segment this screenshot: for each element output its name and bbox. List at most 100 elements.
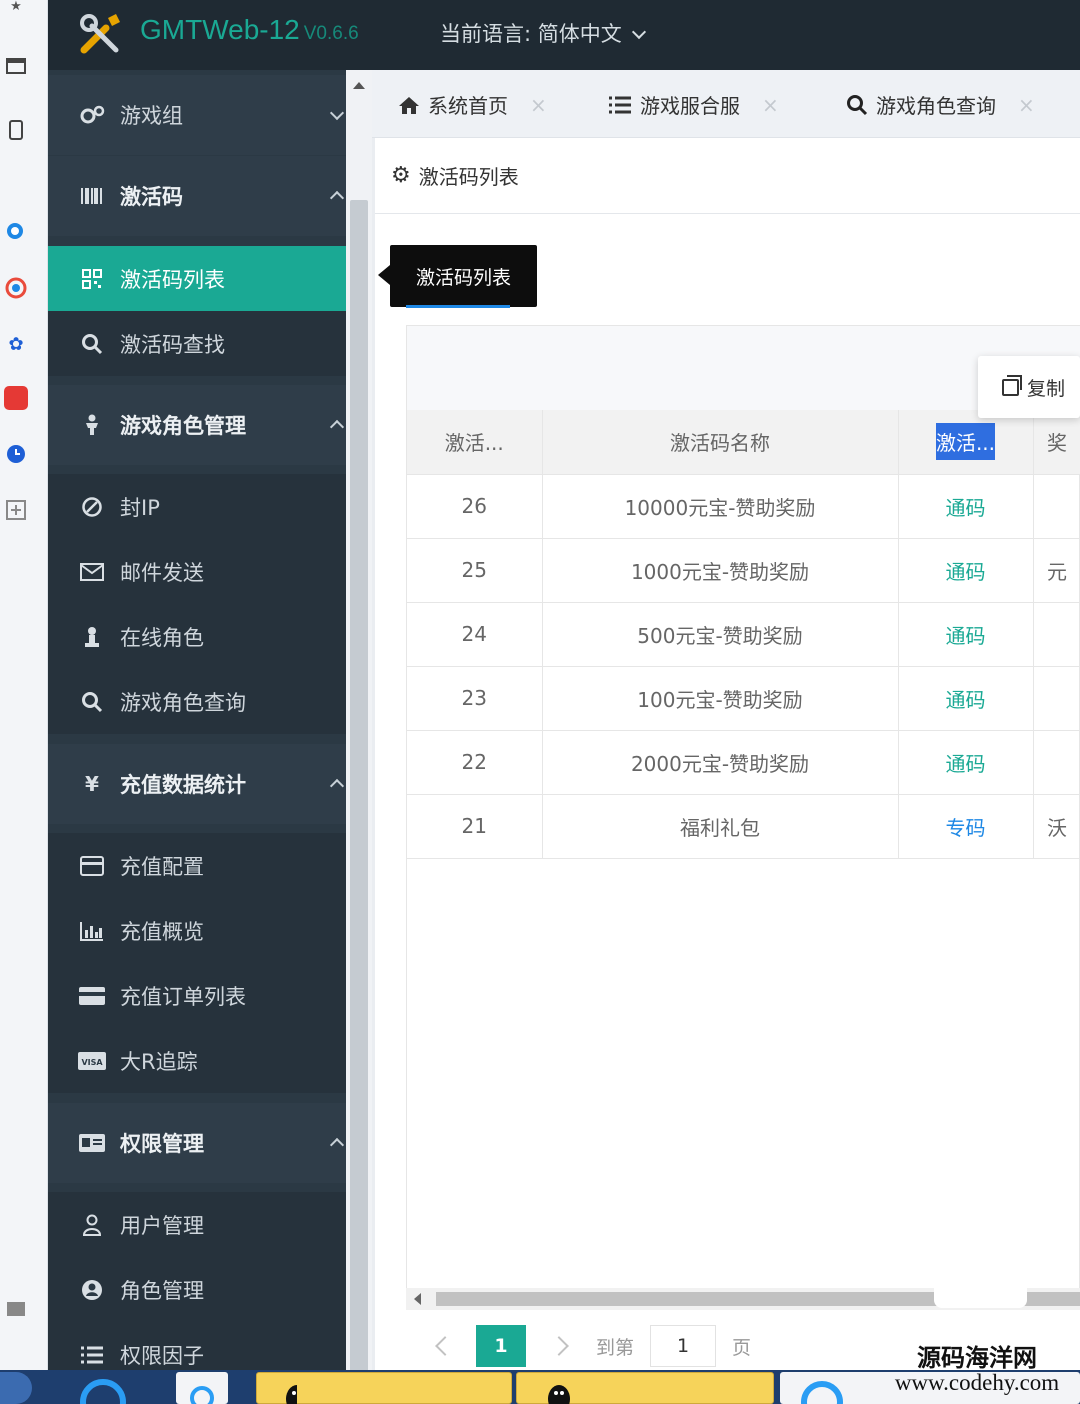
scroll-up-arrow-icon[interactable] bbox=[353, 82, 365, 89]
close-icon[interactable]: × bbox=[762, 93, 779, 117]
current-page-button[interactable]: 1 bbox=[476, 1325, 526, 1367]
watermark-line2: www.codehy.com bbox=[894, 1370, 1060, 1396]
tab-label: 游戏服合服 bbox=[640, 94, 740, 118]
barcode-icon bbox=[76, 187, 108, 205]
taskbar-browser-icon[interactable] bbox=[78, 1372, 128, 1404]
sidebar-item-user-management[interactable]: 用户管理 bbox=[48, 1192, 346, 1257]
clock-icon[interactable] bbox=[4, 442, 28, 466]
taskbar-qq-window-2[interactable] bbox=[516, 1372, 774, 1404]
sidebar-group-game-group[interactable]: 游戏组 bbox=[48, 75, 346, 155]
sidebar-item-label: 激活码列表 bbox=[120, 267, 225, 292]
sidebar-scrollbar[interactable] bbox=[346, 70, 372, 1400]
cell-type: 通码 bbox=[898, 730, 1034, 795]
cell-id: 23 bbox=[407, 666, 543, 731]
close-icon[interactable]: × bbox=[530, 93, 547, 117]
tools-logo-icon bbox=[80, 14, 120, 54]
sidebar-item-label: 激活码查找 bbox=[120, 332, 225, 357]
window-icon[interactable] bbox=[4, 54, 28, 78]
taskbar-app-icon[interactable] bbox=[176, 1372, 228, 1404]
table-row[interactable]: 26 10000元宝-赞助奖励 通码 bbox=[407, 474, 1080, 539]
chevron-up-icon bbox=[329, 190, 345, 206]
search-icon bbox=[76, 691, 108, 713]
sidebar-item-label: 用户管理 bbox=[120, 1213, 204, 1238]
selected-header-text: 激活... bbox=[935, 423, 996, 461]
scroll-left-arrow-icon[interactable] bbox=[414, 1293, 421, 1305]
phone-icon[interactable] bbox=[4, 118, 28, 142]
column-header-name[interactable]: 激活码名称 bbox=[542, 410, 899, 475]
yen-icon: ¥ bbox=[85, 772, 99, 796]
search-app-icon[interactable] bbox=[4, 220, 28, 244]
taskbar-qq-window[interactable] bbox=[256, 1372, 512, 1404]
launcher-strip: ★ ✿ bbox=[0, 0, 48, 1370]
copy-button[interactable]: 复制 bbox=[978, 356, 1080, 418]
star-icon[interactable]: ★ bbox=[4, 0, 28, 18]
sidebar-item-activation-code-search[interactable]: 激活码查找 bbox=[48, 311, 346, 376]
sidebar-item-permission-factors[interactable]: 权限因子 bbox=[48, 1322, 346, 1370]
sidebar-item-recharge-orders[interactable]: 充值订单列表 bbox=[48, 963, 346, 1028]
table-header-row: 激活... 激活码名称 激活... 奖 bbox=[407, 410, 1080, 475]
sidebar-item-label: 游戏角色管理 bbox=[120, 414, 246, 438]
table-row[interactable]: 21 福利礼包 专码 沃 bbox=[407, 794, 1080, 859]
table-row[interactable]: 23 100元宝-赞助奖励 通码 bbox=[407, 666, 1080, 731]
tab-home[interactable]: 系统首页 × bbox=[398, 90, 547, 119]
scrollbar-thumb[interactable] bbox=[350, 200, 368, 1400]
browser-icon[interactable] bbox=[4, 276, 28, 300]
tab-server-merge[interactable]: 游戏服合服 × bbox=[608, 90, 779, 119]
qq-penguin-icon bbox=[548, 1385, 570, 1404]
cell-id: 21 bbox=[407, 794, 543, 859]
column-header-reward[interactable]: 奖 bbox=[1033, 410, 1080, 475]
top-bar: GMTWeb-12 V0.6.6 当前语言: 简体中文 bbox=[48, 0, 1080, 70]
cell-extra bbox=[1033, 602, 1080, 667]
sidebar-item-online-roles[interactable]: 在线角色 bbox=[48, 604, 346, 669]
page-label: 页 bbox=[732, 1336, 752, 1359]
brand-title[interactable]: GMTWeb-12 V0.6.6 bbox=[140, 14, 359, 46]
sidebar-group-recharge-stats[interactable]: ¥ 充值数据统计 bbox=[48, 744, 346, 824]
sidebar-item-label: 激活码 bbox=[120, 185, 183, 209]
cell-name: 100元宝-赞助奖励 bbox=[542, 666, 899, 731]
cell-extra bbox=[1033, 666, 1080, 731]
paw-icon[interactable]: ✿ bbox=[4, 332, 28, 356]
sidebar-group-permission-management[interactable]: 权限管理 bbox=[48, 1103, 346, 1183]
column-header-id[interactable]: 激活... bbox=[407, 410, 543, 475]
sidebar-item-role-query[interactable]: 游戏角色查询 bbox=[48, 669, 346, 734]
news-icon[interactable] bbox=[4, 386, 28, 410]
sidebar-group-role-management[interactable]: 游戏角色管理 bbox=[48, 385, 346, 465]
sidebar-item-mail-send[interactable]: 邮件发送 bbox=[48, 539, 346, 604]
prev-page-icon[interactable] bbox=[435, 1336, 455, 1356]
sidebar-item-activation-code-list[interactable]: 激活码列表 bbox=[48, 246, 346, 311]
close-icon[interactable]: × bbox=[1018, 93, 1035, 117]
copy-button-label: 复制 bbox=[1027, 377, 1066, 400]
qrcode-icon bbox=[76, 268, 108, 289]
cell-id: 22 bbox=[407, 730, 543, 795]
chevron-up-icon bbox=[329, 778, 345, 794]
sidebar-group-activation-code[interactable]: 激活码 bbox=[48, 156, 346, 236]
table-row[interactable]: 24 500元宝-赞助奖励 通码 bbox=[407, 602, 1080, 667]
language-selector[interactable]: 当前语言: 简体中文 bbox=[440, 18, 646, 48]
add-box-icon[interactable] bbox=[4, 498, 28, 522]
list-icon bbox=[76, 1345, 108, 1365]
next-page-icon[interactable] bbox=[549, 1336, 569, 1356]
sidebar-item-ban-ip[interactable]: 封IP bbox=[48, 474, 346, 539]
user-outline-icon bbox=[76, 1214, 108, 1236]
folder-icon[interactable] bbox=[4, 1296, 28, 1320]
sidebar-item-whale-tracking[interactable]: VISA 大R追踪 bbox=[48, 1028, 346, 1093]
chevron-up-icon bbox=[329, 1137, 345, 1153]
goto-page-input[interactable]: 1 bbox=[650, 1325, 717, 1367]
cell-type: 通码 bbox=[898, 602, 1034, 667]
cell-id: 25 bbox=[407, 538, 543, 603]
sidebar-item-role-management[interactable]: 角色管理 bbox=[48, 1257, 346, 1322]
version-label: V0.6.6 bbox=[303, 23, 359, 44]
column-header-type[interactable]: 激活... bbox=[898, 410, 1034, 475]
sidebar-item-label: 权限管理 bbox=[120, 1132, 204, 1156]
panel-title: 激活码列表 bbox=[418, 165, 519, 189]
sidebar-item-recharge-overview[interactable]: 充值概览 bbox=[48, 898, 346, 963]
cell-name: 500元宝-赞助奖励 bbox=[542, 602, 899, 667]
cell-name: 1000元宝-赞助奖励 bbox=[542, 538, 899, 603]
sidebar-item-recharge-config[interactable]: 充值配置 bbox=[48, 833, 346, 898]
start-button[interactable] bbox=[0, 1372, 32, 1404]
table-row[interactable]: 25 1000元宝-赞助奖励 通码 元 bbox=[407, 538, 1080, 603]
tab-role-query[interactable]: 游戏角色查询 × bbox=[846, 90, 1035, 119]
cell-name: 10000元宝-赞助奖励 bbox=[542, 474, 899, 539]
table-row[interactable]: 22 2000元宝-赞助奖励 通码 bbox=[407, 730, 1080, 795]
id-card-icon bbox=[76, 1133, 108, 1153]
